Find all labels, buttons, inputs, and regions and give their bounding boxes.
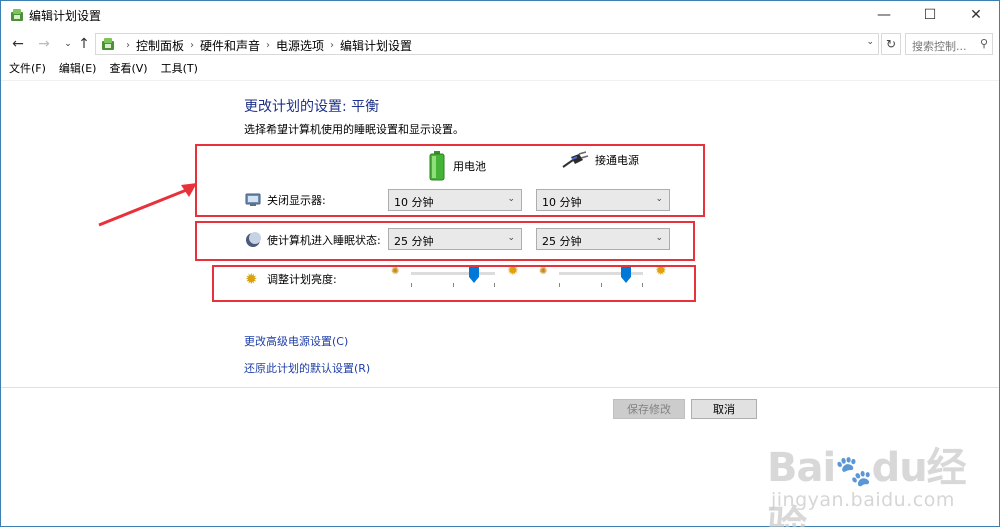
forward-arrow-icon[interactable]: → (35, 34, 53, 54)
minimize-button[interactable]: — (861, 1, 907, 29)
annotation-box-sleep (195, 221, 695, 261)
chevron-right-icon: › (126, 40, 130, 51)
control-panel-icon (11, 9, 23, 21)
page-title: 更改计划的设置: 平衡 (244, 99, 380, 115)
back-arrow-icon[interactable]: ← (9, 34, 27, 54)
menu-edit[interactable]: 编辑(E) (54, 61, 102, 79)
divider (1, 80, 999, 81)
breadcrumb-power-options[interactable]: 电源选项 (276, 37, 324, 54)
address-dropdown-chevron-icon[interactable]: ⌄ (866, 37, 874, 47)
search-input[interactable]: 搜索控制... ⚲ (905, 33, 993, 55)
breadcrumb-control-panel[interactable]: 控制面板 (136, 37, 184, 54)
close-button[interactable]: ✕ (953, 1, 999, 29)
advanced-power-settings-link[interactable]: 更改高级电源设置(C) (244, 333, 348, 349)
chevron-right-icon[interactable]: › (190, 40, 194, 51)
up-arrow-icon[interactable]: ↑ (75, 34, 93, 54)
search-icon[interactable]: ⚲ (980, 37, 988, 50)
annotation-arrow (98, 183, 197, 227)
watermark-url: jingyan.baidu.com (771, 489, 955, 511)
page-subtitle: 选择希望计算机使用的睡眠设置和显示设置。 (244, 123, 464, 136)
restore-defaults-link[interactable]: 还原此计划的默认设置(R) (244, 360, 370, 376)
annotation-box-display (195, 144, 705, 217)
save-changes-button[interactable]: 保存修改 (613, 399, 685, 419)
control-panel-icon (102, 38, 114, 50)
menu-tools[interactable]: 工具(T) (156, 61, 203, 79)
watermark-logo: Bai🐾du经验 (767, 445, 967, 527)
search-placeholder: 搜索控制... (912, 40, 967, 53)
cancel-button[interactable]: 取消 (691, 399, 757, 419)
menu-view[interactable]: 查看(V) (104, 61, 152, 79)
annotation-box-brightness (212, 265, 696, 302)
title-bar: 编辑计划设置 — ☐ ✕ (1, 1, 999, 29)
edit-plan-settings-window: 编辑计划设置 — ☐ ✕ ← → ⌄ ↑ › 控制面板 › 硬件和声音 › 电源… (0, 0, 1000, 527)
menu-file[interactable]: 文件(F) (4, 61, 51, 79)
chevron-right-icon[interactable]: › (266, 40, 270, 51)
navigation-bar: ← → ⌄ ↑ › 控制面板 › 硬件和声音 › 电源选项 › 编辑计划设置 ⌄… (1, 31, 999, 57)
menu-bar: 文件(F) 编辑(E) 查看(V) 工具(T) (1, 61, 203, 79)
breadcrumb-edit-plan[interactable]: 编辑计划设置 (340, 37, 412, 54)
baidu-watermark: Bai🐾du经验 jingyan.baidu.com (761, 421, 991, 527)
divider (1, 387, 999, 388)
chevron-right-icon[interactable]: › (330, 40, 334, 51)
breadcrumb-hardware-sound[interactable]: 硬件和声音 (200, 37, 260, 54)
window-title: 编辑计划设置 (29, 9, 102, 23)
breadcrumb: › 控制面板 › 硬件和声音 › 电源选项 › 编辑计划设置 (120, 37, 412, 54)
refresh-button[interactable]: ↻ (881, 33, 901, 55)
maximize-button[interactable]: ☐ (907, 1, 953, 29)
address-bar[interactable]: › 控制面板 › 硬件和声音 › 电源选项 › 编辑计划设置 ⌄ (95, 33, 879, 55)
